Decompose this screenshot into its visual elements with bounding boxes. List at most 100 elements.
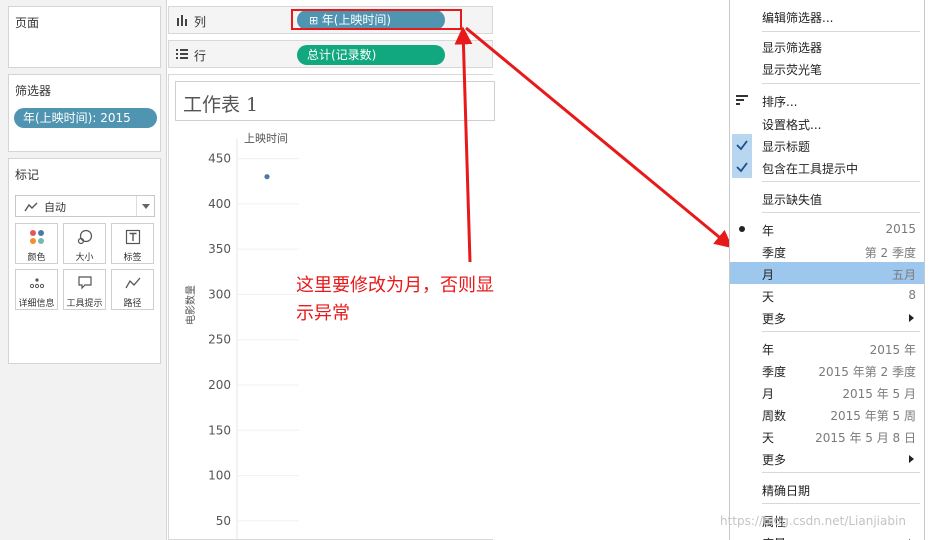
menu-item-label: 显示缺失值 <box>762 193 823 207</box>
chevron-down-icon[interactable] <box>136 196 154 216</box>
menu-item-day[interactable]: 天 8 <box>730 284 924 306</box>
y-tick-label: 400 <box>208 197 231 211</box>
menu-separator <box>762 331 920 332</box>
menu-item-year[interactable]: 年 2015 <box>730 218 924 240</box>
menu-item-year-continuous[interactable]: 年 2015 年 <box>730 337 924 359</box>
y-tick-label: 200 <box>208 378 231 392</box>
menu-item-month-continuous[interactable]: 月 2015 年 5 月 <box>730 381 924 403</box>
menu-item-label: 周数 <box>762 409 787 423</box>
context-menu: 编辑筛选器... 显示筛选器 显示荧光笔 排序... 设置格式... 显示标题 … <box>729 0 925 540</box>
menu-item-label: 更多 <box>762 453 787 467</box>
menu-item-day-continuous[interactable]: 天 2015 年 5 月 8 日 <box>730 425 924 447</box>
radio-dot-icon <box>739 226 745 232</box>
watermark: https://blog.csdn.net/Lianjiabin <box>720 514 906 528</box>
menu-item-week-continuous[interactable]: 周数 2015 年第 5 周 <box>730 403 924 425</box>
menu-item-include-in-tooltip[interactable]: 包含在工具提示中 <box>730 156 924 178</box>
tooltip-button-label: 工具提示 <box>66 299 103 309</box>
label-button[interactable]: 标签 <box>111 223 154 264</box>
filters-title: 筛选器 <box>15 84 52 98</box>
menu-item-more-continuous[interactable]: 更多 <box>730 447 924 469</box>
menu-item-quarter[interactable]: 季度 第 2 季度 <box>730 240 924 262</box>
tooltip-button[interactable]: 工具提示 <box>63 269 106 310</box>
y-tick-label: 450 <box>208 152 231 166</box>
menu-item-measure[interactable]: 度量 <box>730 531 924 540</box>
menu-item-value: 2015 <box>885 222 916 236</box>
filter-pill-year[interactable]: 年(上映时间): 2015 <box>14 108 157 128</box>
menu-item-exact-date[interactable]: 精确日期 <box>730 478 924 500</box>
submenu-arrow-icon <box>909 455 914 463</box>
sort-icon <box>736 95 748 105</box>
submenu-arrow-icon <box>909 314 914 322</box>
annotation-text: 这里要修改为月，否则显示异常 <box>296 275 494 324</box>
menu-item-label: 编辑筛选器... <box>762 11 834 25</box>
check-icon <box>732 134 752 156</box>
menu-item-sort[interactable]: 排序... <box>730 89 924 111</box>
menu-item-show-highlighter[interactable]: 显示荧光笔 <box>730 57 924 79</box>
menu-separator <box>762 31 920 32</box>
size-icon <box>77 229 93 245</box>
color-button-label: 颜色 <box>27 253 46 263</box>
menu-separator <box>762 503 920 504</box>
menu-item-value: 五月 <box>891 268 916 282</box>
text-label-icon <box>125 229 141 245</box>
filters-card[interactable]: 筛选器 年(上映时间): 2015 <box>8 74 161 152</box>
menu-item-label: 精确日期 <box>762 484 811 498</box>
menu-item-label: 设置格式... <box>762 118 822 132</box>
y-tick-label: 50 <box>216 514 231 528</box>
detail-button[interactable]: 详细信息 <box>15 269 58 310</box>
menu-item-show-header[interactable]: 显示标题 <box>730 134 924 156</box>
label-button-label: 标签 <box>123 253 142 263</box>
y-tick-label: 300 <box>208 287 231 301</box>
worksheet-title[interactable]: 工作表 1 <box>175 81 495 121</box>
menu-item-show-filter[interactable]: 显示筛选器 <box>730 35 924 57</box>
columns-icon <box>177 15 187 26</box>
rows-pill-count[interactable]: 总计(记录数) <box>297 45 445 65</box>
menu-item-more[interactable]: 更多 <box>730 306 924 328</box>
menu-item-label: 季度 <box>762 246 787 260</box>
menu-item-label: 显示筛选器 <box>762 41 823 55</box>
menu-item-edit-filter[interactable]: 编辑筛选器... <box>730 5 924 27</box>
menu-item-label: 排序... <box>762 95 798 109</box>
tooltip-icon <box>78 276 92 290</box>
menu-item-value: 2015 年第 2 季度 <box>818 365 916 379</box>
pages-card[interactable]: 页面 <box>8 6 161 68</box>
size-button[interactable]: 大小 <box>63 223 106 264</box>
menu-item-month[interactable]: 月 五月 <box>730 262 924 284</box>
left-panel: 页面 筛选器 年(上映时间): 2015 标记 自动 颜色 大小 标签 详细信息… <box>0 0 167 540</box>
mark-type-select[interactable]: 自动 <box>15 195 155 217</box>
menu-item-show-missing[interactable]: 显示缺失值 <box>730 187 924 209</box>
data-point[interactable] <box>264 174 270 180</box>
path-button[interactable]: 路径 <box>111 269 154 310</box>
menu-item-label: 天 <box>762 431 775 445</box>
menu-item-value: 2015 年第 5 周 <box>830 409 916 423</box>
menu-item-value: 8 <box>908 288 916 302</box>
color-dots-icon <box>30 230 44 244</box>
y-tick-label: 100 <box>208 469 231 483</box>
menu-item-label: 月 <box>762 268 775 282</box>
columns-label: 列 <box>194 15 207 29</box>
marks-title: 标记 <box>15 168 40 182</box>
menu-item-label: 更多 <box>762 312 787 326</box>
rows-shelf[interactable]: 行 总计(记录数) <box>168 40 493 68</box>
line-mark-icon <box>24 202 38 212</box>
marks-card: 标记 自动 颜色 大小 标签 详细信息 工具提示 路径 <box>8 158 161 364</box>
chart-svg: 50 100 150 200 250 300 350 400 450 <box>208 139 299 539</box>
menu-separator <box>762 83 920 84</box>
y-tick-label: 350 <box>208 242 231 256</box>
menu-item-label: 天 <box>762 290 775 304</box>
menu-item-label: 季度 <box>762 365 787 379</box>
menu-item-label: 显示荧光笔 <box>762 63 823 77</box>
menu-separator <box>762 212 920 213</box>
arrow-to-menu <box>465 26 733 249</box>
menu-item-value: 2015 年 5 月 <box>842 387 916 401</box>
menu-item-value: 第 2 季度 <box>864 246 916 260</box>
path-button-label: 路径 <box>123 299 142 309</box>
menu-separator <box>762 181 920 182</box>
rows-label: 行 <box>194 49 207 63</box>
pages-title: 页面 <box>15 16 40 30</box>
color-button[interactable]: 颜色 <box>15 223 58 264</box>
menu-item-format[interactable]: 设置格式... <box>730 112 924 134</box>
y-tick-label: 150 <box>208 423 231 437</box>
menu-item-quarter-continuous[interactable]: 季度 2015 年第 2 季度 <box>730 359 924 381</box>
menu-item-label: 年 <box>762 224 775 238</box>
